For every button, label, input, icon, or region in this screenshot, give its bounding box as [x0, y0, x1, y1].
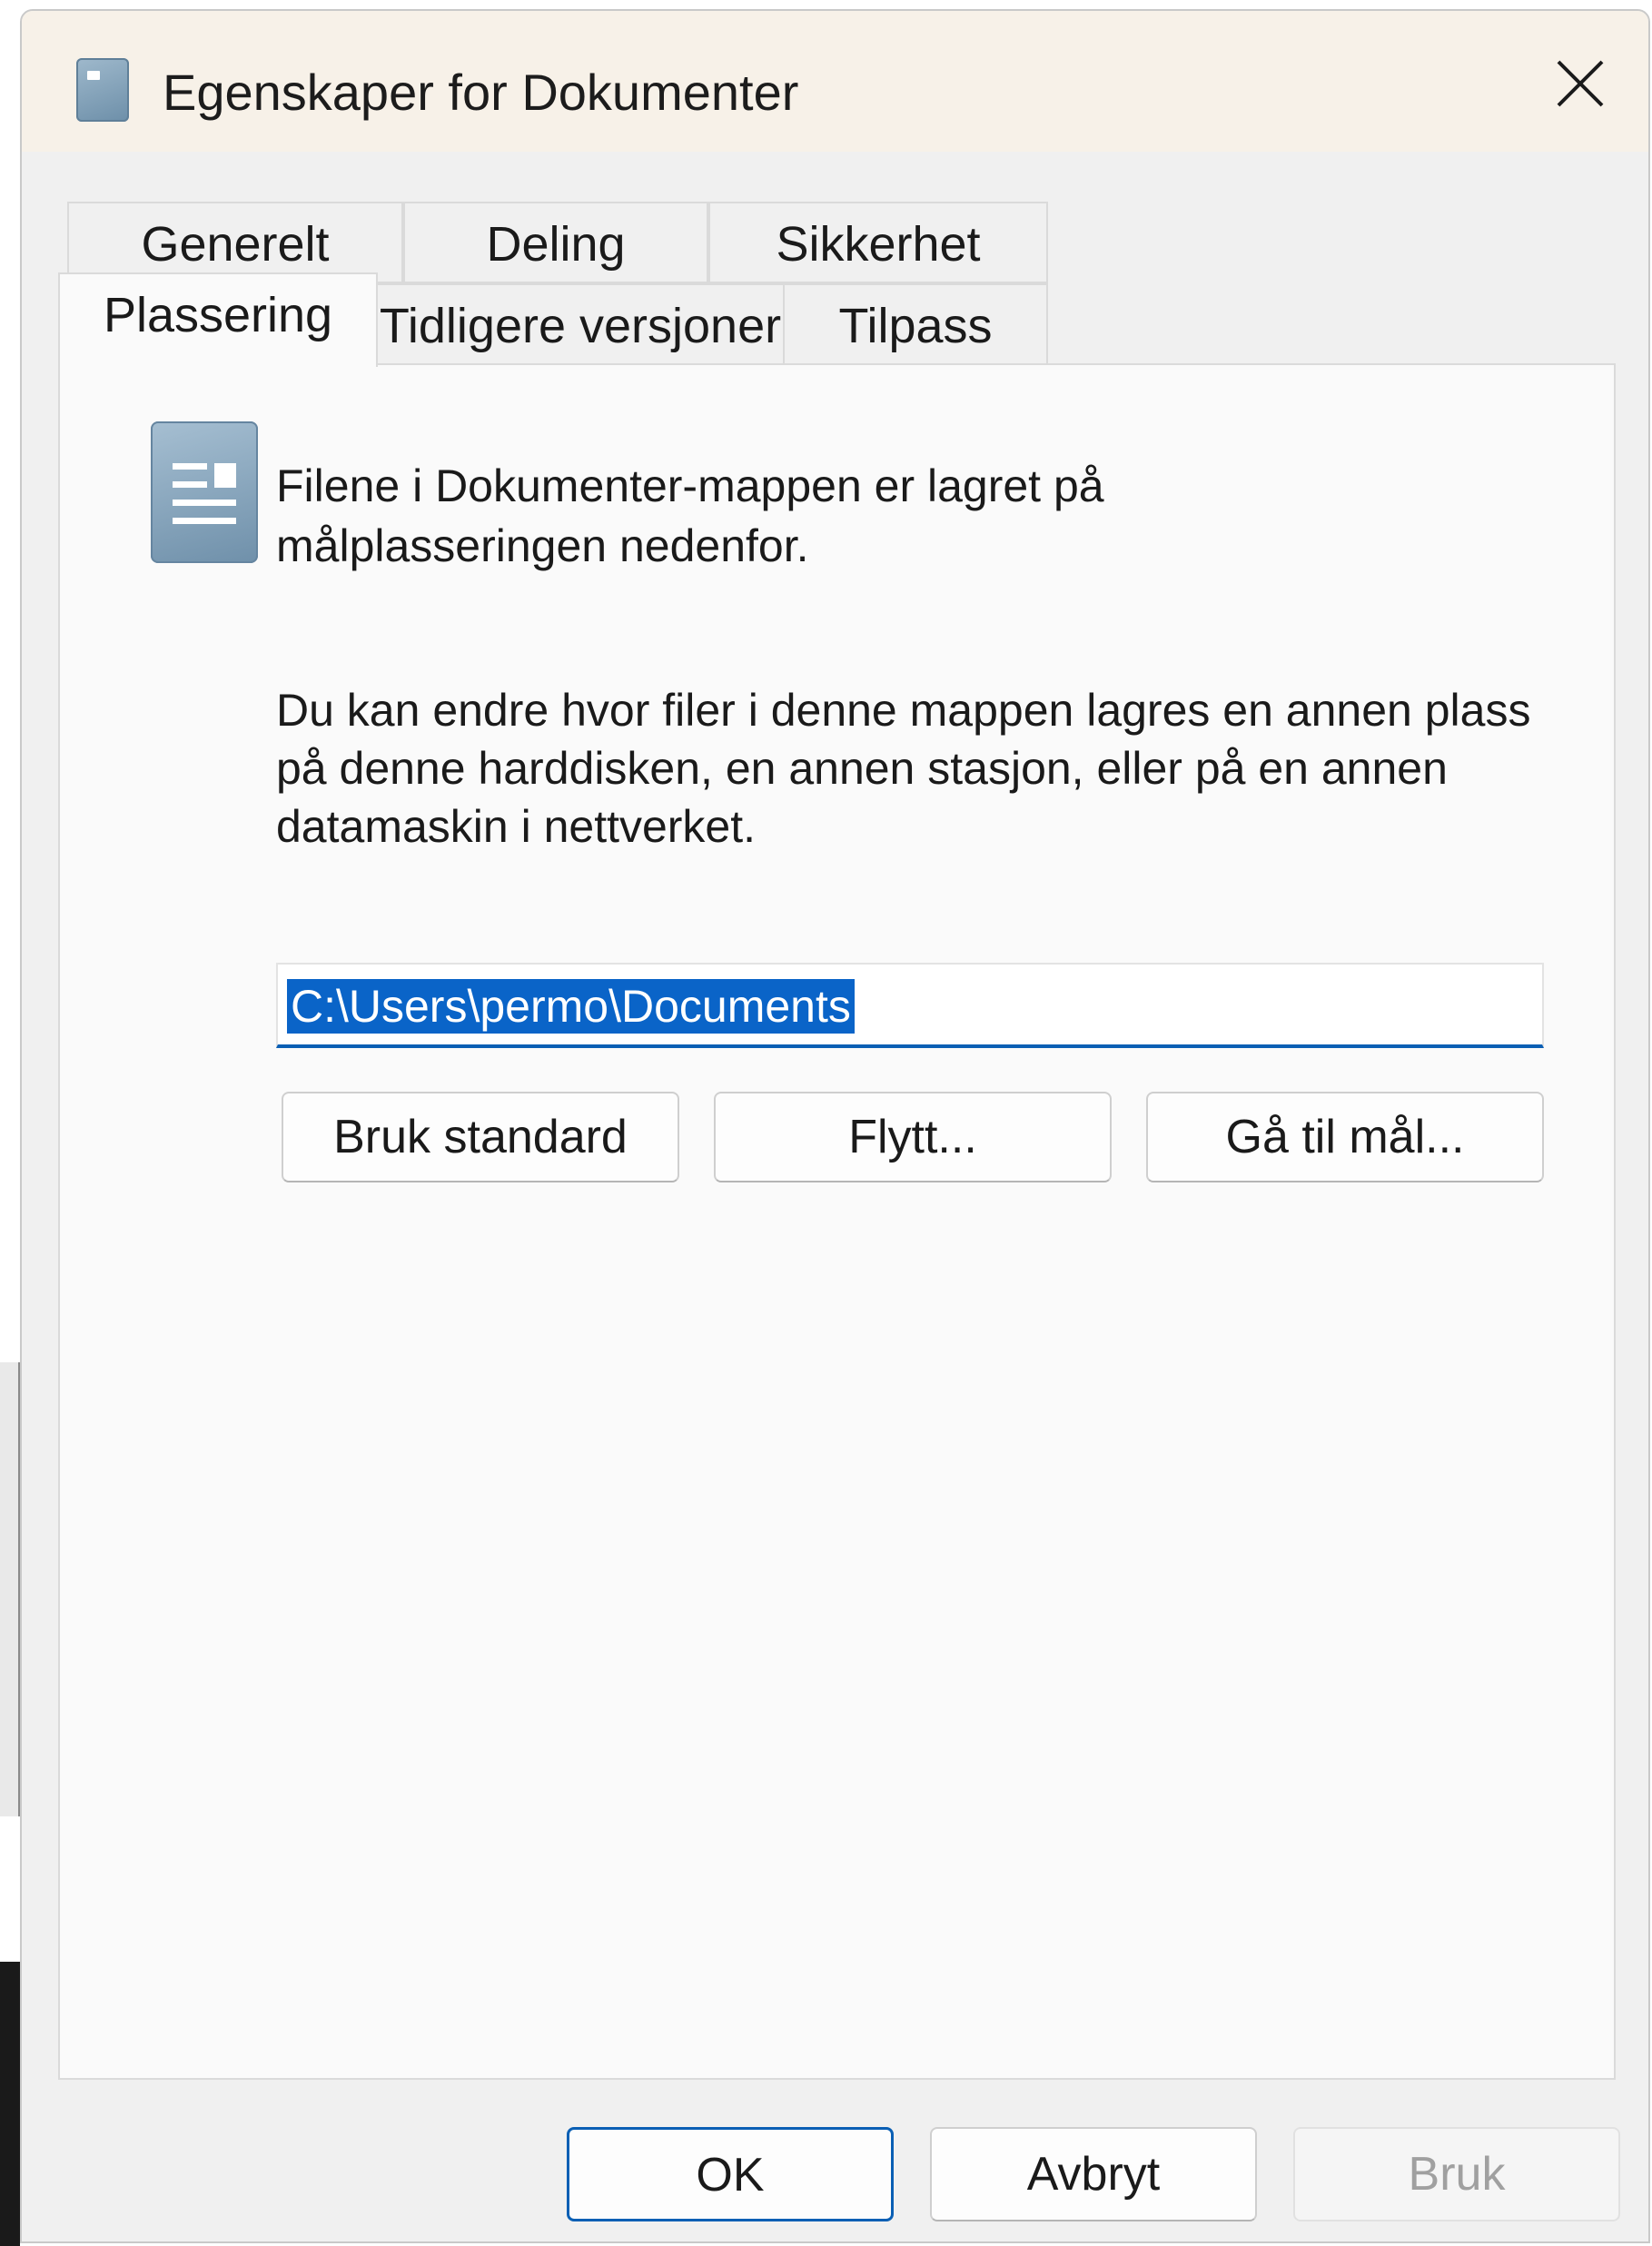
cancel-button[interactable]: Avbryt	[930, 2127, 1257, 2221]
tab-tilpass[interactable]: Tilpass	[783, 283, 1048, 365]
background-window-edge	[0, 1962, 20, 2246]
apply-button[interactable]: Bruk	[1293, 2127, 1620, 2221]
properties-dialog: Egenskaper for Dokumenter Generelt Delin…	[20, 9, 1650, 2243]
close-button[interactable]	[1512, 11, 1648, 152]
restore-default-button[interactable]: Bruk standard	[282, 1092, 679, 1182]
title-bar[interactable]: Egenskaper for Dokumenter	[22, 11, 1648, 152]
tab-tidligere-versjoner[interactable]: Tidligere versjoner	[376, 283, 785, 365]
tab-sikkerhet[interactable]: Sikkerhet	[708, 202, 1048, 283]
folder-properties-icon	[76, 58, 129, 122]
ok-button[interactable]: OK	[567, 2127, 894, 2221]
find-target-button[interactable]: Gå til mål...	[1146, 1092, 1544, 1182]
location-tab-panel: Filene i Dokumenter-mappen er lagret på …	[58, 363, 1616, 2080]
close-icon	[1557, 60, 1604, 107]
tab-generelt[interactable]: Generelt	[67, 202, 403, 283]
background-window-edge	[0, 1362, 20, 1816]
location-description-text: Du kan endre hvor filer i denne mappen l…	[276, 685, 1531, 852]
location-path-value: C:\Users\permo\Documents	[287, 979, 855, 1034]
tab-plassering[interactable]: Plassering	[58, 272, 378, 367]
window-title: Egenskaper for Dokumenter	[163, 64, 799, 121]
tab-strip: Generelt Deling Sikkerhet Plassering Tid…	[58, 193, 1616, 367]
tab-deling[interactable]: Deling	[403, 202, 708, 283]
background-window-edge	[0, 0, 20, 1362]
location-path-input[interactable]: C:\Users\permo\Documents	[276, 963, 1544, 1048]
location-info-text: Filene i Dokumenter-mappen er lagret på …	[276, 460, 1104, 571]
move-button[interactable]: Flytt...	[714, 1092, 1112, 1182]
documents-folder-icon	[151, 421, 258, 563]
